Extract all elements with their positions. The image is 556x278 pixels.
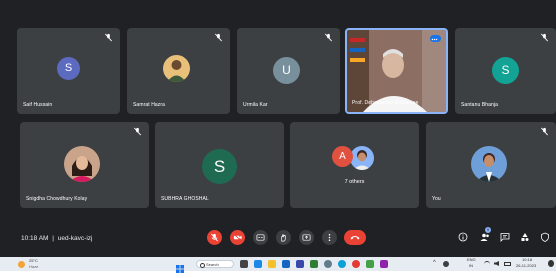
avatar: U: [273, 57, 300, 84]
mic-off-icon: [133, 127, 142, 136]
avatar: S: [202, 149, 237, 184]
battery-icon[interactable]: [504, 262, 511, 266]
tray-app-icon[interactable]: [443, 261, 449, 267]
chat-icon[interactable]: [500, 232, 510, 242]
control-bar: 10:18 AM | ued-kavc-izj 9: [0, 224, 556, 257]
participant-tile[interactable]: S SUBHRA GHOSHAL: [155, 122, 284, 208]
participant-tile[interactable]: Samrat Hazra: [127, 28, 230, 114]
avatar-photo: [64, 146, 100, 182]
participant-tile[interactable]: Snigdha Chowdhury Kolay: [20, 122, 149, 208]
teams-icon[interactable]: [310, 260, 318, 268]
taskbar-search[interactable]: Search: [196, 260, 234, 268]
mail-icon[interactable]: [282, 260, 290, 268]
others-tile[interactable]: A 7 others: [290, 122, 419, 208]
participant-tile[interactable]: U Urmila Kar: [237, 28, 340, 114]
participant-count-badge: 9: [485, 227, 491, 233]
participant-name: You: [432, 196, 441, 202]
avatar-photo: [471, 146, 507, 182]
edge-icon[interactable]: [338, 260, 346, 268]
camera-toggle-button[interactable]: [230, 230, 245, 245]
language-bottom: IN: [469, 263, 473, 268]
search-label: Search: [206, 262, 219, 267]
participant-tile[interactable]: S Santanu Bhanja: [455, 28, 556, 114]
participant-video-tile[interactable]: Prof. Debaprasad Mukherjee: [345, 28, 448, 114]
avatar: A: [332, 146, 353, 167]
store-icon[interactable]: [296, 260, 304, 268]
participant-name: Snigdha Chowdhury Kolay: [26, 196, 88, 202]
task-view-icon[interactable]: [240, 260, 248, 268]
participant-name: Urmila Kar: [243, 102, 268, 108]
present-button[interactable]: [299, 230, 314, 245]
participant-tile[interactable]: S Saif Hussain: [17, 28, 120, 114]
activities-icon[interactable]: [520, 232, 530, 242]
mic-toggle-button[interactable]: [207, 230, 222, 245]
meeting-info: 10:18 AM | ued-kavc-izj: [21, 235, 92, 242]
mic-off-icon: [324, 33, 333, 42]
meet-window: S Saif Hussain Samrat Hazra U Urmila Kar…: [0, 0, 556, 257]
mic-off-icon: [540, 127, 549, 136]
participant-name: Samrat Hazra: [133, 102, 166, 108]
more-options-icon[interactable]: [430, 35, 441, 42]
avatar-photo: [163, 55, 190, 82]
meeting-code: ued-kavc-izj: [57, 235, 93, 242]
separator: |: [52, 235, 54, 242]
weather-temp[interactable]: 25°C: [29, 258, 38, 263]
avatar: S: [57, 57, 80, 80]
participant-name: Santanu Bhanja: [461, 102, 498, 108]
meeting-time: 10:18 AM: [21, 235, 49, 242]
meet-app-icon[interactable]: [254, 260, 262, 268]
more-options-button[interactable]: [322, 230, 337, 245]
people-icon[interactable]: [480, 232, 490, 242]
participant-name: Prof. Debaprasad Mukherjee: [352, 100, 419, 106]
host-controls-icon[interactable]: [540, 232, 550, 242]
mic-off-icon: [104, 33, 113, 42]
start-icon[interactable]: [176, 260, 184, 273]
settings-icon[interactable]: [324, 260, 332, 268]
meeting-details-icon[interactable]: [458, 232, 468, 242]
chrome-icon[interactable]: [352, 260, 360, 268]
volume-icon[interactable]: [494, 261, 499, 266]
self-tile[interactable]: You: [426, 122, 556, 208]
raise-hand-button[interactable]: [276, 230, 291, 245]
avatar: S: [492, 57, 519, 84]
others-count: 7 others: [344, 179, 365, 185]
file-explorer-icon[interactable]: [268, 260, 276, 268]
tray-chevron-icon[interactable]: ^: [433, 260, 436, 266]
mic-off-icon: [214, 33, 223, 42]
weather-desc: Haze: [29, 264, 39, 269]
participant-name: SUBHRA GHOSHAL: [161, 196, 209, 202]
app-icon[interactable]: [366, 260, 374, 268]
language-top[interactable]: ENG: [467, 257, 476, 262]
notification-icon[interactable]: [548, 260, 554, 267]
taskbar-date[interactable]: 26-11-2023: [516, 263, 536, 268]
search-icon: [200, 262, 205, 268]
captions-button[interactable]: [253, 230, 268, 245]
app-icon-2[interactable]: [380, 260, 388, 268]
screen: S Saif Hussain Samrat Hazra U Urmila Kar…: [0, 0, 556, 273]
participant-name: Saif Hussain: [23, 102, 53, 108]
taskbar: 25°C Haze Search ^ ENG IN 10:18 26-11-20…: [0, 257, 556, 273]
weather-icon[interactable]: [18, 261, 25, 268]
taskbar-time[interactable]: 10:18: [522, 257, 532, 262]
leave-call-button[interactable]: [344, 230, 366, 245]
mic-off-icon: [540, 33, 549, 42]
wifi-icon[interactable]: [484, 261, 490, 267]
